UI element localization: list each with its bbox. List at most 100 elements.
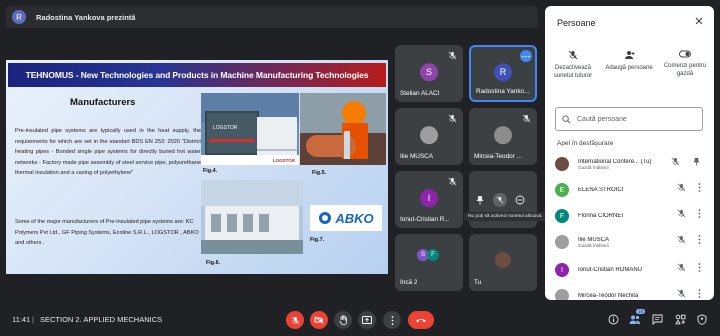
mic-off-icon[interactable] <box>677 263 686 272</box>
add-people-button[interactable]: Adaugă persoane <box>601 50 657 80</box>
person-name: Ionut-Cristian ROMANU <box>578 267 643 273</box>
host-controls-icon[interactable] <box>697 314 707 325</box>
person-text: Mircea-Teodor Nechita <box>578 293 664 299</box>
person-text: ELENA STROICI <box>578 187 664 193</box>
pin-icon[interactable] <box>475 195 485 205</box>
more-vert-icon[interactable] <box>698 263 701 272</box>
avatar-photo <box>555 235 569 249</box>
mute-participant-button[interactable] <box>493 193 507 207</box>
more-options-button[interactable] <box>520 50 532 62</box>
slide-paragraph-2: Some of the major manufacturers of Pre-i… <box>15 219 199 246</box>
raise-hand-button[interactable] <box>334 311 352 329</box>
mic-off-icon[interactable] <box>677 209 686 218</box>
avatar-photo <box>494 125 512 144</box>
section-label: Apel în desfășurare <box>557 140 614 147</box>
remove-icon[interactable] <box>515 195 525 205</box>
participant-name: Ilie MUSCA <box>400 153 434 160</box>
shared-slide: TEHNOMUS - New Technologies and Products… <box>6 60 388 274</box>
action-label: Adaugă persoane <box>605 65 653 71</box>
abko-mark-icon <box>319 212 332 224</box>
participant-tile[interactable]: Ilie MUSCA <box>395 108 463 165</box>
hand-icon <box>338 315 347 325</box>
person-row[interactable]: Mircea-Teodor Nechita <box>555 285 705 300</box>
more-options-button[interactable] <box>383 311 401 329</box>
mic-off-icon[interactable] <box>671 157 680 166</box>
person-row[interactable]: International Confere... (Tu) Gazdă întâ… <box>555 153 705 175</box>
more-vert-icon[interactable] <box>698 209 701 218</box>
toggle-icon <box>679 50 691 58</box>
person-row[interactable]: Ilie MUSCA Gazdă întâlnirii <box>555 231 705 253</box>
warehouse-photo <box>201 180 303 254</box>
participant-tile-active[interactable]: R Radostina Yanko... <box>469 45 537 102</box>
participant-name: Ionut-Cristian R... <box>400 216 450 223</box>
people-icon[interactable] <box>629 314 641 325</box>
panel-actions: Dezactivează sunetul tuturor Adaugă pers… <box>545 50 714 80</box>
self-video-thumbnail <box>495 252 511 268</box>
meeting-title: SECTION 2. APPLIED MECHANICS <box>40 315 163 324</box>
avatar-photo <box>555 289 569 300</box>
present-icon <box>362 315 372 324</box>
search-field[interactable]: Caută persoane <box>555 107 703 131</box>
people-panel: Persoane Dezactivează sunetul tuturor Ad… <box>545 6 714 300</box>
svg-text:LOGSTOR: LOGSTOR <box>213 125 238 131</box>
person-icons <box>671 157 701 166</box>
leave-call-button[interactable] <box>408 311 434 329</box>
mic-off-icon[interactable] <box>677 289 686 298</box>
info-icon[interactable] <box>608 314 619 325</box>
person-text: Florina CIORNEI <box>578 213 664 219</box>
participant-tile[interactable]: I Ionut-Cristian R... <box>395 171 463 228</box>
host-controls-button[interactable]: Comenzi pentru gazdă <box>657 50 713 80</box>
present-screen-button[interactable] <box>358 311 376 329</box>
self-name: Tu <box>474 279 482 286</box>
slide-heading: Manufacturers <box>70 97 136 108</box>
slide-title: TEHNOMUS - New Technologies and Products… <box>25 70 369 80</box>
person-text: International Confere... (Tu) Gazdă întâ… <box>578 159 664 170</box>
participant-name: Mircea-Teodor ... <box>474 153 522 160</box>
presenter-bar: R Radostina Yankova prezintă <box>6 6 538 28</box>
clock: 11:41 <box>12 315 31 324</box>
mic-off-icon <box>522 114 531 123</box>
participant-tile[interactable]: S Stelian ALACI <box>395 45 463 102</box>
participants-count-badge: 10 <box>636 309 646 314</box>
participant-tile[interactable]: Mircea-Teodor ... <box>469 108 537 165</box>
mic-off-icon <box>568 50 578 60</box>
action-label: Comenzi pentru gazdă <box>663 63 707 77</box>
more-vert-icon <box>391 315 393 325</box>
self-tile[interactable]: Tu <box>469 234 537 291</box>
mic-off-icon <box>448 51 457 60</box>
person-name: Mircea-Teodor Nechita <box>578 293 639 299</box>
camera-toggle-button[interactable] <box>310 311 328 329</box>
activities-icon[interactable] <box>675 314 686 325</box>
more-vert-icon[interactable] <box>698 235 701 244</box>
more-horiz-icon <box>522 55 530 57</box>
more-vert-icon[interactable] <box>698 289 701 298</box>
person-role: Gazdă întâlnirii <box>578 164 609 170</box>
person-icons <box>677 183 701 192</box>
fig6-caption: Fig.6. <box>206 260 221 266</box>
mute-all-button[interactable]: Dezactivează sunetul tuturor <box>545 50 601 80</box>
abko-logo: ABKO <box>310 205 382 231</box>
search-icon <box>562 114 571 123</box>
logo-strip: LOGSTOR <box>201 155 299 165</box>
mic-off-icon <box>291 316 299 324</box>
person-row[interactable]: I Ionut-Cristian ROMANU <box>555 259 705 281</box>
pin-icon[interactable] <box>692 157 701 166</box>
slide-paragraph-1: Pre-insulated pipe systems are typically… <box>15 128 201 176</box>
close-icon[interactable] <box>694 16 704 26</box>
mic-off-icon <box>496 196 504 204</box>
person-role: Gazdă întâlnirii <box>578 242 609 248</box>
mic-off-icon[interactable] <box>677 235 686 244</box>
presenter-avatar: R <box>12 10 26 24</box>
mic-toggle-button[interactable] <box>286 311 304 329</box>
mic-off-icon <box>448 114 457 123</box>
person-row[interactable]: F Florina CIORNEI <box>555 205 705 227</box>
more-vert-icon[interactable] <box>698 183 701 192</box>
participant-tile-more[interactable]: S F Încă 2 <box>395 234 463 291</box>
logstor-logo: LOGSTOR <box>272 157 295 163</box>
mic-off-icon[interactable] <box>677 183 686 192</box>
avatar: I <box>555 263 569 277</box>
person-row[interactable]: E ELENA STROICI <box>555 179 705 201</box>
stacked-avatars: S F <box>417 249 439 261</box>
person-icons <box>677 289 701 298</box>
chat-icon[interactable] <box>652 314 663 325</box>
